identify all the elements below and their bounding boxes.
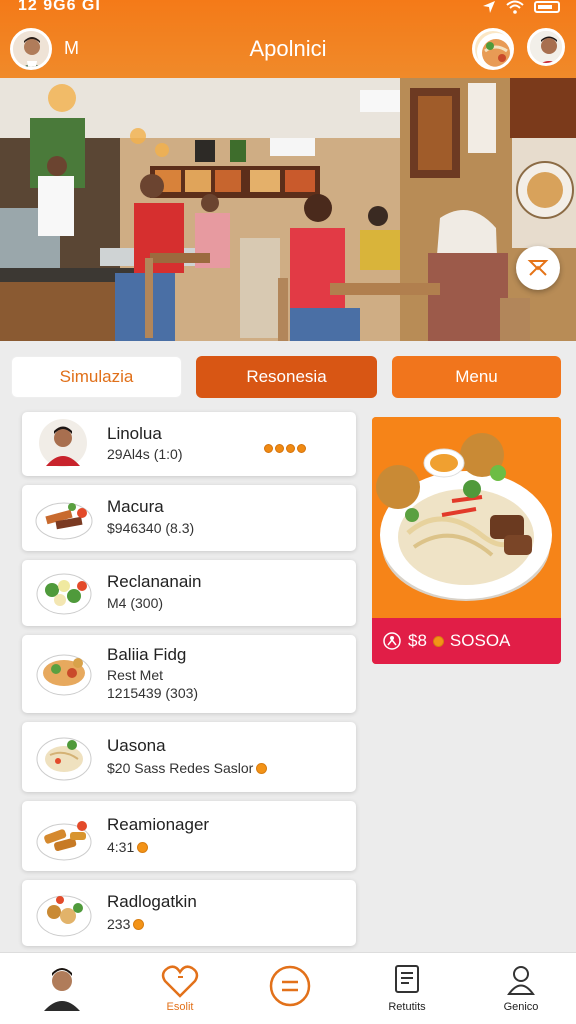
document-icon xyxy=(395,965,419,993)
rating-dots xyxy=(264,444,306,453)
item-name: Baliia Fidg xyxy=(107,645,187,664)
rating-dot xyxy=(133,919,145,930)
tab-simulazia[interactable]: Simulazia xyxy=(11,356,182,398)
profile-photo-icon xyxy=(38,961,86,1011)
nav-account[interactable]: Genico xyxy=(466,953,576,1024)
item-name: Linolua xyxy=(107,424,162,443)
person-avatar xyxy=(39,419,87,467)
tab-bar: Simulazia Resonesia Menu xyxy=(11,356,561,398)
bottom-nav: Esolit Retutits Genico xyxy=(0,952,576,1024)
price-bar: $8 SOSOA xyxy=(372,618,561,664)
location-icon xyxy=(483,1,495,13)
battery-icon xyxy=(534,1,560,13)
user-icon xyxy=(507,966,535,995)
list-item[interactable]: Radlogatkin 233 xyxy=(22,880,356,946)
heart-icon xyxy=(161,965,199,998)
status-time: 12 9G6 GI xyxy=(18,0,101,14)
item-detail: $946340 (8.3) xyxy=(107,520,195,536)
dish-thumbnail xyxy=(36,821,92,861)
rating-dot xyxy=(432,635,444,647)
featured-dish-card[interactable]: $8 SOSOA xyxy=(372,417,561,664)
nav-label: Genico xyxy=(503,1001,539,1013)
item-name: Reamionager xyxy=(107,815,210,834)
feature-price: $8 xyxy=(408,631,427,650)
menu-circle-icon xyxy=(269,965,311,1007)
featured-dish-image xyxy=(372,417,561,618)
tab-resonesia[interactable]: Resonesia xyxy=(196,356,377,398)
restaurant-photo xyxy=(0,78,576,341)
nav-label: Esolit xyxy=(166,1001,194,1013)
dish-thumbnail xyxy=(36,895,92,937)
tab-menu[interactable]: Menu xyxy=(392,356,561,398)
dish-thumbnail xyxy=(36,654,92,696)
status-bar: 12 9G6 GI xyxy=(0,0,576,16)
item-subtitle: Rest Met xyxy=(107,667,164,683)
item-name: Uasona xyxy=(107,736,166,755)
nav-menu[interactable] xyxy=(235,953,345,1024)
dish-thumbnail xyxy=(35,502,93,540)
nav-label: Retutits xyxy=(388,1001,426,1013)
user-avatar[interactable] xyxy=(527,28,565,66)
item-detail: 233 xyxy=(107,916,145,932)
status-icons xyxy=(482,0,560,14)
rating-dot xyxy=(137,842,149,853)
list-item[interactable]: Linolua 29Al4s (1:0) xyxy=(22,412,356,476)
nav-profile[interactable] xyxy=(4,953,114,1024)
item-detail: $20 Sass Redes Saslor xyxy=(107,760,268,776)
person-icon xyxy=(383,632,401,650)
item-name: Reclananain xyxy=(107,572,202,591)
item-name: Macura xyxy=(107,497,164,516)
dish-thumbnail xyxy=(36,737,92,781)
list-item[interactable]: Reclananain M4 (300) xyxy=(22,560,356,626)
wifi-icon xyxy=(506,0,524,14)
share-button[interactable] xyxy=(516,246,560,290)
item-detail: 1215439 (303) xyxy=(107,685,199,701)
nav-favorites[interactable]: Esolit xyxy=(125,953,235,1024)
app-header: 12 9G6 GI M Apolnici xyxy=(0,0,576,78)
item-detail: M4 (300) xyxy=(107,595,164,611)
list-item[interactable]: Uasona $20 Sass Redes Saslor xyxy=(22,722,356,792)
share-icon xyxy=(527,260,549,276)
rating-dot xyxy=(256,763,268,774)
dish-avatar[interactable] xyxy=(472,28,514,70)
dish-thumbnail xyxy=(36,573,92,615)
feature-label: SOSOA xyxy=(449,631,511,650)
list-item[interactable]: Macura $946340 (8.3) xyxy=(22,485,356,551)
item-name: Radlogatkin xyxy=(107,892,197,911)
item-detail: 4:31 xyxy=(107,839,149,855)
list-item[interactable]: Reamionager 4:31 xyxy=(22,801,356,871)
nav-results[interactable]: Retutits xyxy=(352,953,462,1024)
list-item[interactable]: Baliia Fidg Rest Met 1215439 (303) xyxy=(22,635,356,713)
item-detail: 29Al4s (1:0) xyxy=(107,446,183,462)
